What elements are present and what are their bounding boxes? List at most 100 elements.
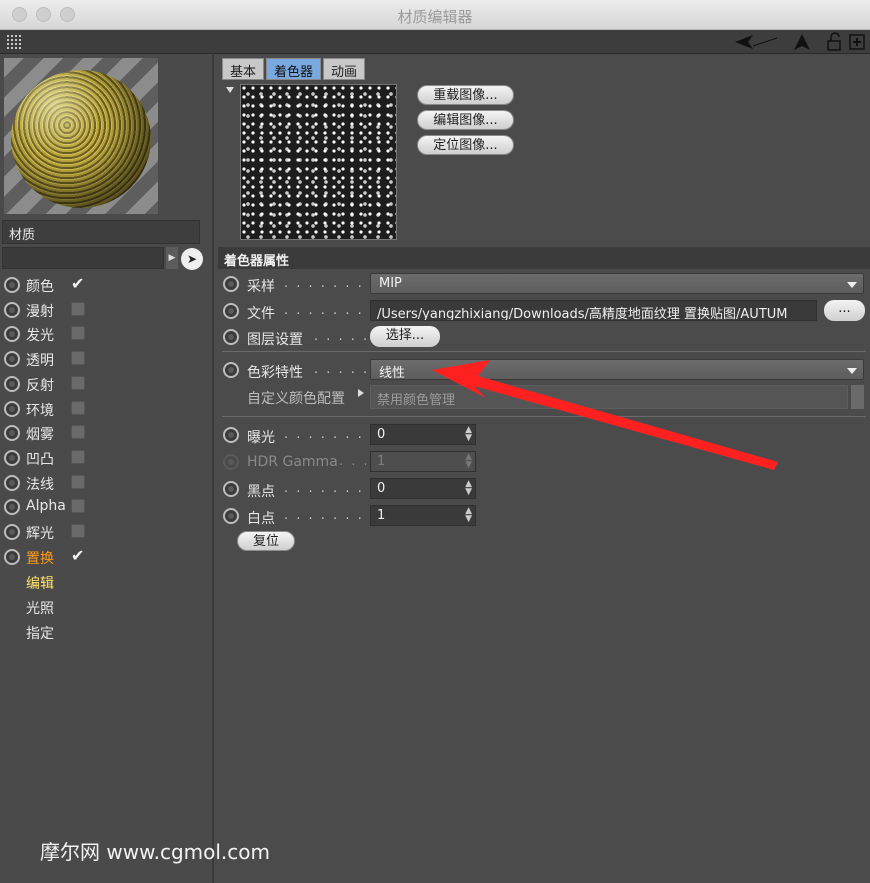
- animate-radio[interactable]: [4, 351, 20, 368]
- animate-radio[interactable]: [223, 303, 239, 319]
- navigate-arrow-icon[interactable]: [792, 32, 812, 52]
- chevron-down-icon: [847, 282, 857, 288]
- dots-leader: . . . . . . . . . . . .: [284, 427, 366, 442]
- edit-image-button[interactable]: 编辑图像...: [417, 110, 514, 130]
- hdr-gamma-label: HDR Gamma: [247, 454, 338, 470]
- channel-checkbox[interactable]: [71, 301, 85, 316]
- channel-checkbox[interactable]: [71, 375, 85, 390]
- new-window-icon[interactable]: [848, 32, 866, 52]
- locate-image-button[interactable]: 定位图像...: [417, 135, 514, 155]
- channel-label: 置换: [26, 550, 54, 567]
- stepper-icon[interactable]: ▲ ▼: [465, 426, 472, 443]
- animate-radio[interactable]: [223, 362, 239, 378]
- lock-icon[interactable]: [825, 32, 843, 52]
- channel-checkbox[interactable]: [71, 425, 85, 440]
- channel-checkbox[interactable]: [71, 474, 85, 489]
- stepper-icon[interactable]: ▲ ▼: [465, 480, 472, 497]
- animate-radio[interactable]: [4, 425, 20, 442]
- sampling-dropdown[interactable]: MIP: [370, 273, 864, 294]
- channel-item[interactable]: 置换 ✔: [0, 545, 214, 569]
- channel-item[interactable]: Alpha: [0, 495, 214, 519]
- file-label: 文件: [247, 306, 275, 322]
- white-point-input[interactable]: 1 ▲ ▼: [370, 505, 476, 526]
- channel-item[interactable]: 环境: [0, 397, 214, 421]
- file-row: 文件 . . . . . . . . . . . . /Users/yangzh…: [216, 299, 870, 323]
- stepper-icon[interactable]: ▲ ▼: [465, 507, 472, 524]
- animate-radio[interactable]: [4, 375, 20, 392]
- checkmark-icon[interactable]: ✔: [71, 274, 85, 293]
- scrollbar[interactable]: [851, 385, 864, 409]
- channel-label: 颜色: [26, 279, 54, 295]
- material-name-field[interactable]: 材质: [2, 220, 200, 244]
- color-profile-row: 色彩特性 . . . . . . . . 线性: [216, 358, 870, 382]
- shader-panel: 基本 着色器 动画 重载图像... 编辑图像... 定位图像... 着色器属性 …: [216, 55, 870, 883]
- texture-thumbnail[interactable]: [240, 84, 397, 240]
- browse-file-button[interactable]: ...: [824, 300, 865, 321]
- channel-checkbox[interactable]: [71, 326, 85, 341]
- animate-radio[interactable]: [4, 277, 20, 293]
- watermark-text: 摩尔网 www.cgmol.com: [40, 840, 270, 864]
- animate-radio[interactable]: [223, 508, 239, 524]
- subitem-2[interactable]: 指定: [26, 623, 54, 643]
- channel-item[interactable]: 漫射: [0, 298, 214, 322]
- animate-radio[interactable]: [4, 326, 20, 343]
- window-titlebar: 材质编辑器: [0, 0, 870, 30]
- checkmark-icon[interactable]: ✔: [71, 546, 85, 565]
- channel-item[interactable]: 法线: [0, 471, 214, 495]
- exposure-label: 曝光: [247, 430, 275, 446]
- pick-cursor-icon[interactable]: ➤: [181, 248, 203, 270]
- black-point-input[interactable]: 0 ▲ ▼: [370, 478, 476, 499]
- material-preview[interactable]: [4, 58, 158, 214]
- channel-item[interactable]: 烟雾: [0, 421, 214, 445]
- tab-animation[interactable]: 动画: [323, 58, 366, 80]
- expand-arrow-icon[interactable]: ▶: [166, 247, 178, 269]
- subitem-1[interactable]: 光照: [26, 598, 54, 618]
- channel-item[interactable]: 反射: [0, 372, 214, 396]
- window-title: 材质编辑器: [397, 8, 473, 26]
- reload-image-button[interactable]: 重载图像...: [417, 85, 514, 105]
- reset-button[interactable]: 复位: [237, 531, 295, 551]
- preview-sphere: [11, 70, 151, 208]
- channel-checkbox[interactable]: [71, 449, 85, 464]
- stepper-icon: ▲ ▼: [465, 452, 472, 470]
- tab-basic[interactable]: 基本: [222, 58, 265, 80]
- collapse-triangle-icon[interactable]: [226, 87, 234, 93]
- animate-radio[interactable]: [223, 329, 239, 345]
- animate-radio[interactable]: [4, 524, 20, 540]
- channel-checkbox[interactable]: [71, 351, 85, 366]
- channel-checkbox[interactable]: [71, 400, 85, 415]
- channel-checkbox[interactable]: [71, 499, 85, 514]
- exposure-input[interactable]: 0 ▲ ▼: [370, 424, 476, 445]
- animate-radio[interactable]: [223, 427, 239, 443]
- back-arrow-icon[interactable]: [733, 32, 779, 52]
- channel-label: 环境: [26, 402, 54, 419]
- dots-leader: . . . . . . . . . . . .: [284, 303, 366, 318]
- animate-radio[interactable]: [4, 400, 20, 417]
- animate-radio[interactable]: [223, 276, 239, 292]
- layer-select-button[interactable]: 选择...: [370, 326, 440, 347]
- channel-item[interactable]: 颜色 ✔: [0, 273, 214, 297]
- grip-icon[interactable]: [6, 34, 22, 50]
- material-filter-field[interactable]: [2, 247, 164, 269]
- channel-item[interactable]: 发光: [0, 322, 214, 346]
- tab-shader[interactable]: 着色器: [266, 58, 322, 80]
- expand-triangle-icon[interactable]: [358, 389, 364, 397]
- animate-radio[interactable]: [4, 449, 20, 466]
- dots-leader: . . . . . . . .: [314, 362, 366, 377]
- channel-item[interactable]: 透明: [0, 347, 214, 371]
- channel-item[interactable]: 辉光: [0, 520, 214, 544]
- animate-radio[interactable]: [4, 548, 20, 565]
- white-point-row: 白点 . . . . . . . . . . . . 1 ▲▼: [216, 504, 870, 528]
- channel-label: 法线: [26, 476, 54, 493]
- file-path-field[interactable]: /Users/yangzhixiang/Downloads/高精度地面纹理 置换…: [370, 300, 817, 321]
- animate-radio[interactable]: [4, 301, 20, 318]
- black-point-label: 黑点: [247, 484, 275, 500]
- channel-checkbox[interactable]: [71, 524, 85, 538]
- animate-radio[interactable]: [4, 474, 20, 491]
- channel-item[interactable]: 凹凸: [0, 446, 214, 470]
- animate-radio[interactable]: [223, 481, 239, 497]
- hdr-gamma-row: HDR Gamma . . . . 1 ▲▼: [216, 450, 870, 474]
- color-profile-dropdown[interactable]: 线性: [370, 359, 864, 381]
- animate-radio[interactable]: [4, 499, 20, 516]
- subitem-0[interactable]: 编辑: [26, 573, 54, 593]
